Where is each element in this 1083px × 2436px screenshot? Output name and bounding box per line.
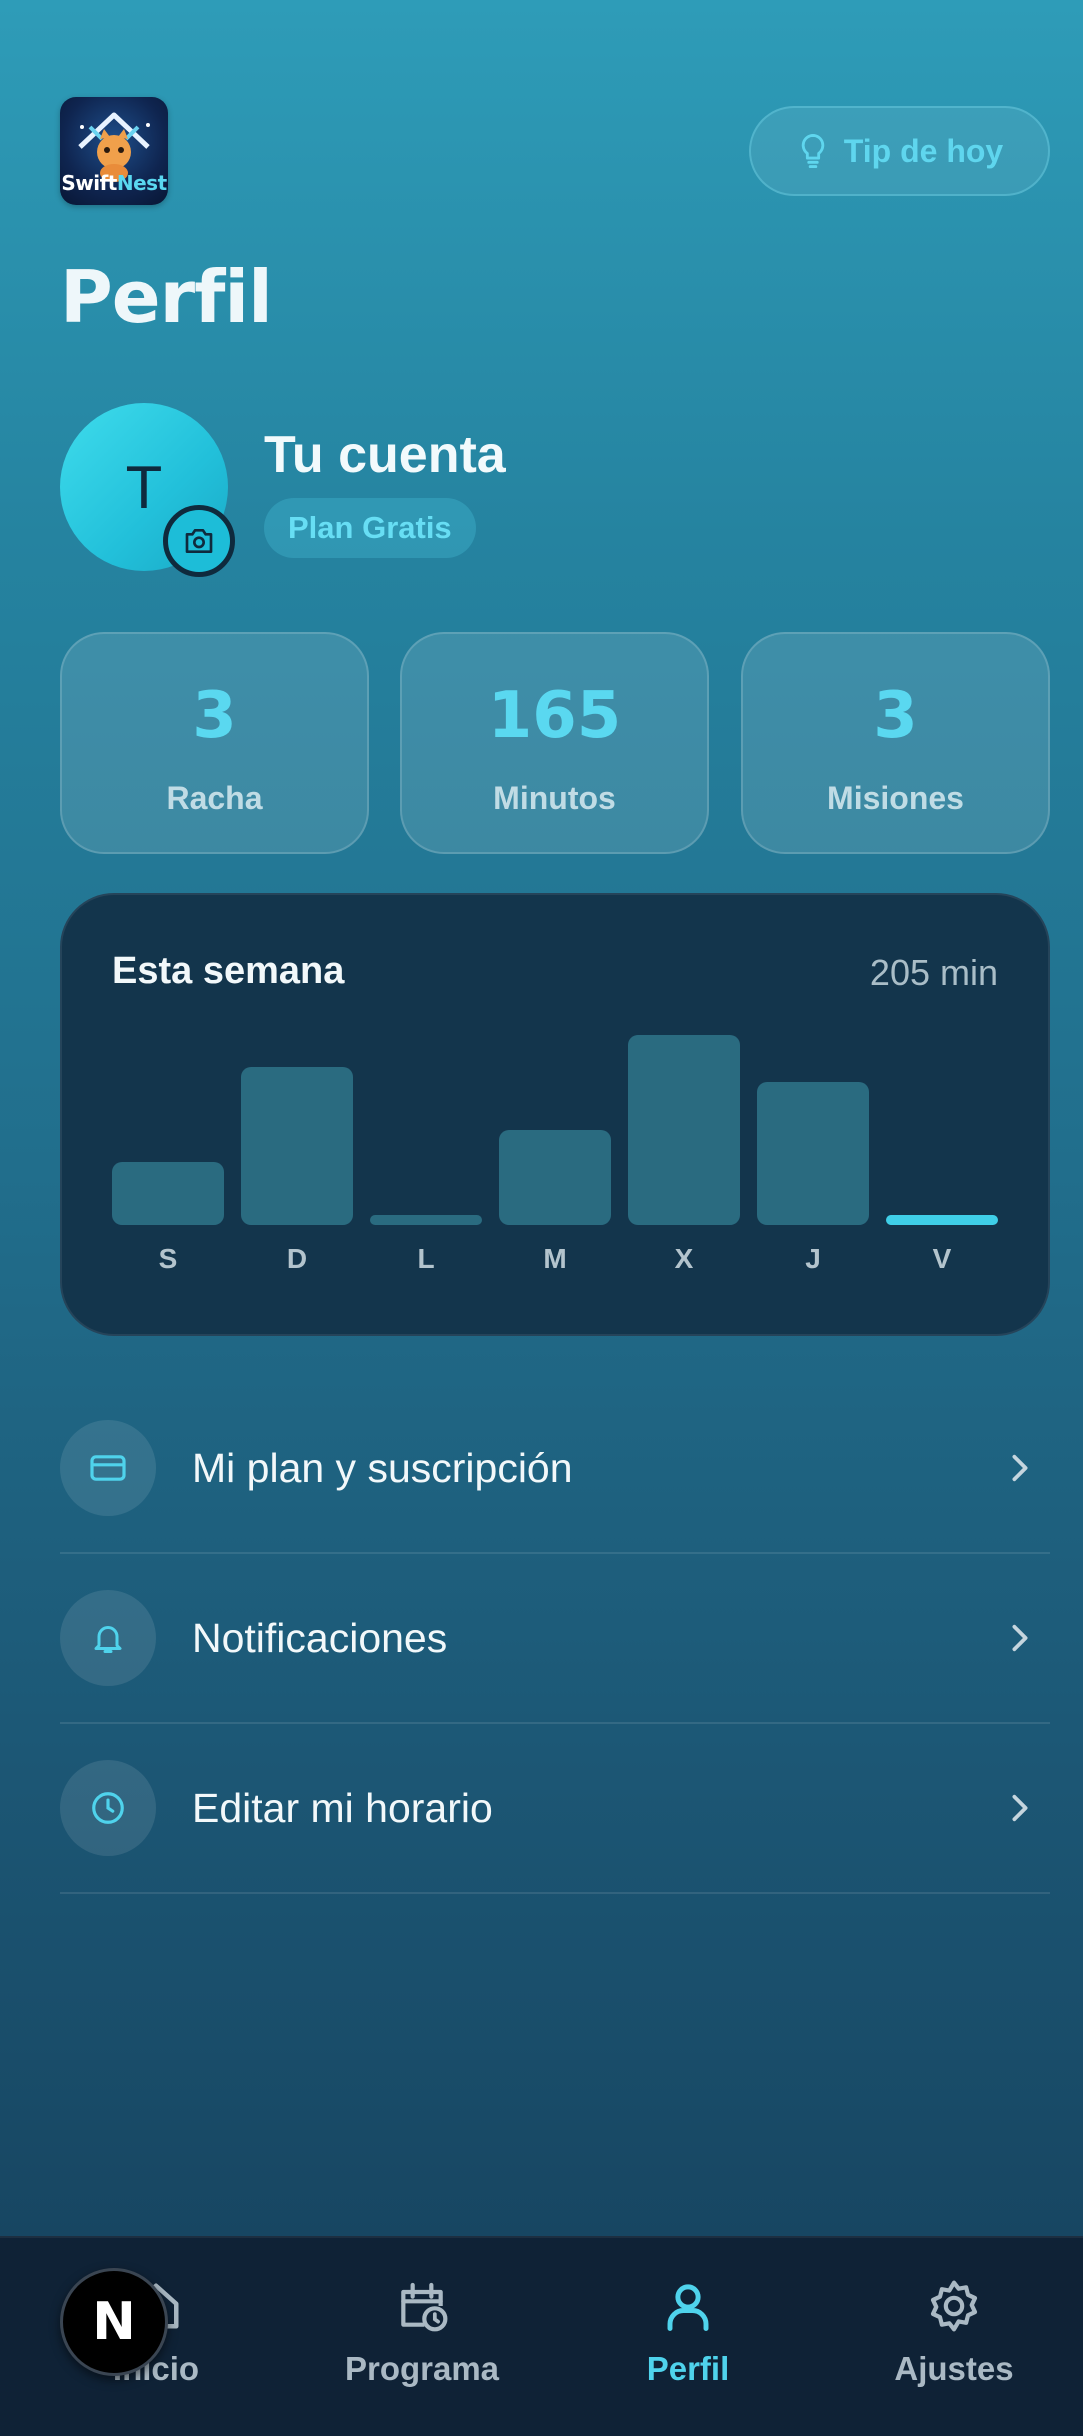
bar-column: L	[370, 995, 482, 1295]
menu-item-notifications[interactable]: Notificaciones	[60, 1554, 1050, 1724]
menu-item-schedule[interactable]: Editar mi horario	[60, 1724, 1050, 1894]
chevron-right-icon	[1012, 1624, 1028, 1652]
bar-v	[886, 1215, 998, 1225]
stat-card-streak: 3 Racha	[60, 632, 369, 854]
menu-item-label: Mi plan y suscripción	[192, 1444, 573, 1491]
user-icon	[667, 2284, 709, 2331]
camera-icon	[185, 528, 213, 553]
bar-label: D	[286, 1243, 308, 1274]
stat-label: Misiones	[827, 780, 964, 816]
dev-tools-badge[interactable]: N	[60, 2268, 168, 2376]
stat-card-minutes: 165 Minutos	[400, 632, 709, 854]
logo-accent: Nest	[116, 171, 167, 195]
bar-label: X	[674, 1243, 694, 1274]
stat-value: 3	[192, 679, 237, 753]
stat-value: 3	[873, 679, 918, 753]
clock-icon	[92, 1792, 124, 1824]
account-name: Tu cuenta	[264, 426, 506, 484]
bar-column: D	[241, 995, 353, 1295]
weekly-activity-card: Esta semana 205 min S D L M X J V	[60, 893, 1050, 1336]
logo-name: Swift	[61, 171, 117, 195]
bar-column: S	[112, 995, 224, 1295]
bar-d	[241, 1067, 353, 1225]
menu-item-label: Notificaciones	[192, 1614, 448, 1661]
bar-column: J	[757, 995, 869, 1295]
gear-icon	[930, 2280, 978, 2332]
bar-label: L	[417, 1243, 435, 1274]
stat-card-missions: 3 Misiones	[741, 632, 1050, 854]
nav-label: Programa	[344, 2350, 500, 2387]
bar-label: V	[932, 1243, 952, 1274]
bar-s	[112, 1162, 224, 1225]
dev-badge-letter: N	[92, 2292, 136, 2352]
bar-label: M	[543, 1243, 567, 1274]
credit-card-icon	[90, 1455, 126, 1481]
tip-label: Tip de hoy	[843, 132, 1004, 169]
menu-item-plan[interactable]: Mi plan y suscripción	[60, 1384, 1050, 1554]
stat-value: 165	[487, 679, 622, 753]
week-total: 205 min	[869, 952, 998, 993]
menu-item-label: Editar mi horario	[192, 1784, 493, 1831]
change-photo-button[interactable]	[163, 505, 235, 577]
bar-column: M	[499, 995, 611, 1295]
page-title: Perfil	[60, 255, 273, 339]
bar-m	[499, 1130, 611, 1225]
nav-tab-programa[interactable]: Programa	[302, 2274, 542, 2414]
bar-j	[757, 1082, 869, 1225]
tip-of-day-button[interactable]: Tip de hoy	[749, 106, 1050, 196]
plan-badge[interactable]: Plan Gratis	[264, 498, 476, 558]
bell-icon	[94, 1626, 122, 1653]
chevron-right-icon	[1012, 1794, 1028, 1822]
chevron-right-icon	[1012, 1454, 1028, 1482]
bar-x	[628, 1035, 740, 1225]
bar-column: X	[628, 995, 740, 1295]
bar-l	[370, 1215, 482, 1225]
app-logo: SwiftNest	[60, 97, 168, 205]
nav-label: Perfil	[646, 2350, 730, 2387]
stat-label: Racha	[166, 780, 263, 816]
stat-label: Minutos	[493, 780, 616, 816]
nav-label: Ajustes	[894, 2350, 1014, 2387]
nav-tab-perfil[interactable]: Perfil	[568, 2274, 808, 2414]
weekly-bar-chart: SDLMXJV	[112, 995, 1002, 1295]
plan-badge-label: Plan Gratis	[288, 510, 452, 545]
avatar-letter: T	[125, 453, 163, 521]
lightbulb-icon	[801, 134, 825, 168]
nav-tab-ajustes[interactable]: Ajustes	[834, 2274, 1074, 2414]
bar-label: S	[158, 1243, 178, 1274]
calendar-clock-icon	[401, 2282, 448, 2332]
week-title: Esta semana	[112, 950, 345, 992]
bar-column: V	[886, 995, 998, 1295]
bar-label: J	[805, 1243, 821, 1274]
